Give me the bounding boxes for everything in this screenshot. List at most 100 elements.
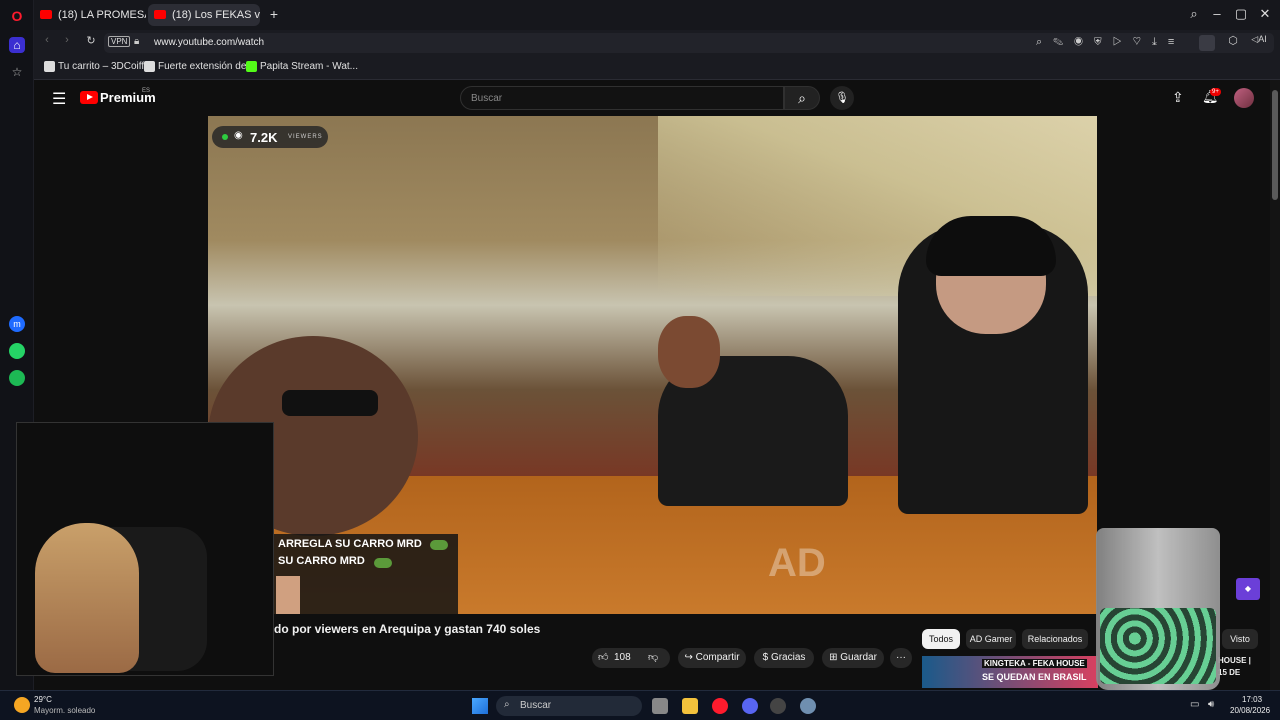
close-icon[interactable]: ✕ [1255, 6, 1275, 22]
avatar[interactable] [1234, 88, 1254, 108]
lock-icon: 🔒︎ [134, 36, 140, 47]
search-icon: ⌕ [504, 699, 510, 710]
youtube-logo-icon[interactable] [80, 91, 98, 104]
live-dot-icon [222, 134, 228, 140]
weather-icon[interactable] [14, 697, 30, 713]
url-action-icons[interactable]: ⌕✎◉⛨▷♡⤓≡ [1036, 36, 1185, 49]
vpn-badge[interactable]: VPN [108, 36, 131, 47]
task-view-icon[interactable] [652, 698, 668, 714]
settings-icon[interactable] [800, 698, 816, 714]
bookmark-favicon-icon [144, 61, 155, 72]
extensions-icon[interactable]: ⬡ [1226, 34, 1240, 47]
kick-favicon-icon [246, 61, 257, 72]
home-icon[interactable]: ⌂ [9, 37, 25, 53]
pepe-emote-icon [374, 558, 392, 568]
like-icon[interactable]: 👍︎ [598, 648, 608, 668]
upload-icon[interactable]: ⇪ [1172, 89, 1184, 106]
tab-label: (18) LA PROMESA de King [58, 9, 146, 21]
tab-la-promesa[interactable]: (18) LA PROMESA de King [34, 4, 146, 26]
spotify-icon[interactable] [9, 370, 25, 386]
file-explorer-icon[interactable] [682, 698, 698, 714]
pepe-emote-icon [430, 540, 448, 550]
share-button[interactable]: ↪ Compartir [678, 648, 746, 668]
viewers-overlay: ◉ 7.2K VIEWERS [212, 126, 328, 148]
emote-icon [276, 576, 300, 614]
bookmark-favicon-icon [44, 61, 55, 72]
weather-description[interactable]: Mayorm. soleado [34, 706, 95, 715]
suggestion-thumbnail[interactable]: KINGTEKA - FEKA HOUSE SE QUEDAN EN BRASI… [922, 656, 1098, 688]
menu-icon[interactable]: ☰ [52, 89, 66, 109]
youtube-header: ☰ Premium ES Buscar ⌕ 🎙︎ ⇪ 🔔︎ 9+ [34, 80, 1272, 116]
cup-overlay [1096, 528, 1220, 690]
reload-icon[interactable]: ↻ [84, 34, 98, 47]
address-bar: ‹ › ↻ VPN 🔒︎ www.youtube.com/watch ⌕✎◉⛨▷… [34, 30, 1280, 56]
ai-button[interactable]: ◁AI [1246, 34, 1272, 45]
thanks-button[interactable]: $ Gracias [754, 648, 814, 668]
messenger-icon[interactable]: m [9, 316, 25, 332]
channel-watermark-icon[interactable]: ◆ [1236, 578, 1260, 600]
clock-date[interactable]: 20/08/2026 [1230, 706, 1270, 715]
chat-message: ARREGLA SU CARRO MRD [278, 538, 422, 550]
suggestion-title[interactable]: 15 DE [1218, 668, 1240, 677]
search-tabs-icon[interactable]: ⌕ [1184, 6, 1204, 22]
more-actions-button[interactable]: ··· [890, 648, 912, 668]
chip-todos[interactable]: Todos [922, 629, 960, 649]
share-icon: ↪ [684, 652, 696, 663]
star-icon[interactable]: ☆ [9, 64, 25, 80]
like-dislike-group: 👍︎ 108 👎︎ [592, 648, 670, 668]
clock-time[interactable]: 17:03 [1242, 695, 1262, 704]
account-icon[interactable] [1199, 35, 1215, 51]
opera-taskbar-icon[interactable] [712, 698, 728, 714]
whatsapp-icon[interactable] [9, 343, 25, 359]
scrollbar-thumb[interactable] [1272, 90, 1278, 200]
search-input[interactable]: Buscar [460, 86, 784, 110]
region-code: ES [142, 88, 151, 94]
chip-ad-gamer[interactable]: AD Gamer [966, 629, 1016, 649]
cup-contents [1100, 608, 1216, 684]
maximize-icon[interactable]: ▢ [1231, 6, 1251, 22]
youtube-favicon-icon [40, 10, 52, 19]
chip-relacionados[interactable]: Relacionados [1022, 629, 1088, 649]
new-tab-icon[interactable]: + [264, 6, 284, 22]
sunglasses [282, 390, 378, 416]
webcam-overlay [16, 422, 274, 676]
minimize-icon[interactable]: – [1207, 6, 1227, 21]
discord-icon[interactable] [742, 698, 758, 714]
chip-visto[interactable]: Visto [1222, 629, 1258, 649]
like-count[interactable]: 108 [614, 648, 631, 668]
chrome-icon[interactable] [770, 698, 786, 714]
weather-temperature[interactable]: 29°C [34, 695, 52, 704]
video-title: do por viewers en Arequipa y gastan 740 … [274, 622, 541, 636]
bookmark-item[interactable]: Fuerte extensión de... [144, 61, 255, 72]
opera-logo-icon[interactable]: O [9, 8, 25, 24]
chat-overlay: ARREGLA SU CARRO MRD SU CARRO MRD [274, 534, 458, 614]
viewers-label: VIEWERS [288, 134, 323, 140]
network-icon[interactable]: ▭ [1190, 699, 1199, 710]
thanks-icon: $ [762, 652, 771, 663]
url-field[interactable]: VPN 🔒︎ www.youtube.com/watch ⌕✎◉⛨▷♡⤓≡ [104, 33, 1274, 53]
microphone-icon[interactable]: 🎙︎ [830, 86, 854, 110]
viewers-count: 7.2K [250, 130, 278, 145]
page-scrollbar[interactable] [1270, 80, 1280, 690]
eye-icon: ◉ [234, 130, 243, 141]
windows-start-icon[interactable] [472, 698, 488, 714]
windows-taskbar: 29°C Mayorm. soleado ⌕ Buscar ▭ 🔊︎ 17:03… [0, 690, 1280, 720]
forward-icon[interactable]: › [60, 34, 74, 46]
bookmark-item[interactable]: Tu carrito – 3DCoiff... [44, 61, 152, 72]
save-button[interactable]: ⊞ Guardar [822, 648, 884, 668]
save-icon: ⊞ [829, 652, 841, 663]
taskbar-search-input[interactable]: ⌕ Buscar [496, 696, 642, 716]
volume-icon[interactable]: 🔊︎ [1208, 699, 1214, 710]
suggestion-title[interactable]: HOUSE | [1218, 656, 1251, 665]
url-text: www.youtube.com/watch [154, 37, 265, 48]
tab-los-fekas[interactable]: (18) Los FEKAS visitan [148, 4, 260, 26]
bookmarks-bar: Tu carrito – 3DCoiff... Fuerte extensión… [34, 56, 1280, 80]
back-icon[interactable]: ‹ [40, 34, 54, 46]
notifications-badge: 9+ [1210, 88, 1221, 96]
person-right-hair [926, 216, 1056, 276]
youtube-favicon-icon [154, 10, 166, 19]
bookmark-item[interactable]: Papita Stream - Wat... [246, 61, 358, 72]
dislike-icon[interactable]: 👎︎ [648, 648, 658, 668]
search-icon[interactable]: ⌕ [784, 86, 820, 110]
chat-message: SU CARRO MRD [278, 555, 365, 567]
